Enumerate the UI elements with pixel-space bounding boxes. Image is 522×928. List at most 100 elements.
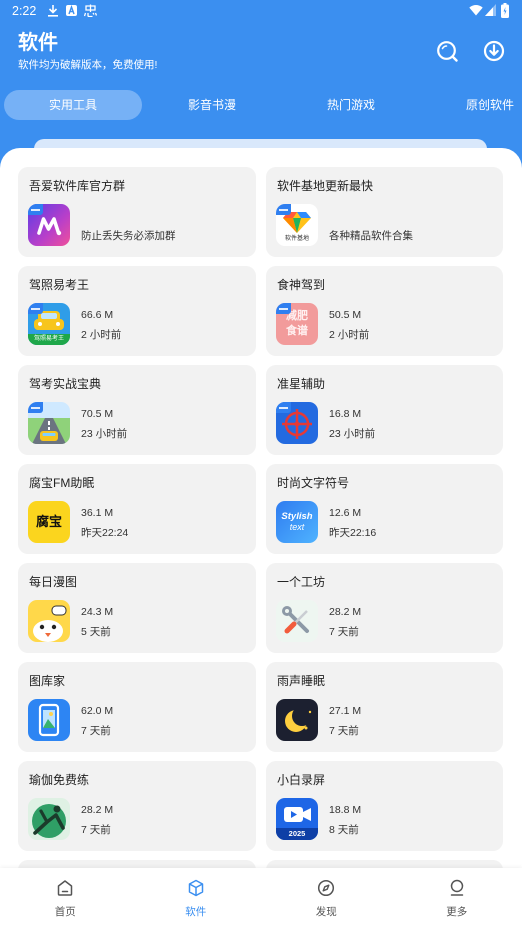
tab-original-software[interactable]: 原创软件 bbox=[421, 90, 522, 120]
app-card[interactable]: 一个工坊 28.2 M 7 天前 bbox=[266, 563, 503, 653]
badge-tag bbox=[28, 402, 43, 413]
nav-item-discover[interactable]: 发现 bbox=[261, 868, 392, 928]
badge-tag bbox=[28, 204, 43, 215]
app-updated: 昨天22:24 bbox=[81, 527, 129, 539]
tools-icon bbox=[276, 600, 318, 642]
app-updated: 23 小时前 bbox=[81, 428, 128, 440]
car-icon: 驾照易考王 bbox=[28, 303, 70, 345]
a-icon bbox=[66, 5, 77, 16]
app-size: 28.2 M bbox=[329, 606, 362, 618]
app-name: 准星辅助 bbox=[277, 377, 326, 391]
search-icon[interactable] bbox=[436, 40, 458, 62]
badge-tag bbox=[276, 204, 291, 215]
content-panel: 吾爱软件库官方群 防止丢失务必添加群 软件基地更新最快 软件基地 各种精品软件合… bbox=[0, 148, 522, 928]
app-size: 24.3 M bbox=[81, 606, 114, 618]
wuai-logo-icon bbox=[28, 204, 70, 246]
home-icon bbox=[58, 880, 73, 896]
app-size: 70.5 M bbox=[81, 408, 114, 420]
yoga-icon bbox=[28, 798, 70, 840]
app-updated: 2 小时前 bbox=[329, 329, 370, 341]
nav-item-more[interactable]: 更多 bbox=[392, 868, 522, 928]
app-name: 食神驾到 bbox=[277, 278, 326, 292]
app-size: 66.6 M bbox=[81, 309, 114, 321]
app-name: 软件基地更新最快 bbox=[277, 179, 374, 193]
app-name: 吾爱软件库官方群 bbox=[29, 179, 126, 193]
stylish-text-icon: Stylish text bbox=[276, 501, 318, 543]
wifi-icon bbox=[469, 5, 483, 16]
category-tabs: 实用工具 影音书漫 热门游戏 原创软件 bbox=[0, 90, 522, 120]
app-name: 瑜伽免费练 bbox=[29, 773, 90, 787]
app-card[interactable]: 雨声睡眠 27.1 M 7 天前 bbox=[266, 662, 503, 752]
page-title: 软件 bbox=[18, 32, 58, 54]
recipe-icon: 减肥 食谱 bbox=[276, 303, 318, 345]
fubao-logo-icon: 腐宝 bbox=[28, 501, 70, 543]
app-updated: 7 天前 bbox=[329, 725, 359, 737]
app-card[interactable]: 软件基地更新最快 软件基地 各种精品软件合集 bbox=[266, 167, 503, 257]
app-size: 28.2 M bbox=[81, 804, 114, 816]
gallery-phone-icon bbox=[28, 699, 70, 741]
badge-tag bbox=[276, 402, 291, 413]
app-name: 图库家 bbox=[29, 674, 66, 688]
logo-lettering: 驾照易考王 bbox=[33, 336, 64, 342]
app-updated: 5 天前 bbox=[81, 626, 111, 638]
status-bar: 2:22 bbox=[0, 0, 522, 22]
app-card[interactable]: 小白录屏 2025 18.8 M 8 天前 bbox=[266, 761, 503, 851]
user-icon bbox=[450, 879, 463, 896]
nav-label: 软件 bbox=[185, 906, 207, 918]
notification-icon bbox=[84, 4, 97, 17]
app-name: 驾照易考王 bbox=[29, 278, 90, 292]
logo-lettering: 2025 bbox=[288, 829, 306, 838]
tab-media-books[interactable]: 影音书漫 bbox=[143, 90, 281, 120]
moon-icon bbox=[276, 699, 318, 741]
compass-icon bbox=[318, 879, 335, 897]
app-updated: 昨天22:16 bbox=[329, 527, 377, 539]
cube-icon bbox=[188, 879, 203, 897]
crosshair-icon bbox=[276, 402, 318, 444]
app-card[interactable]: 吾爱软件库官方群 防止丢失务必添加群 bbox=[18, 167, 256, 257]
battery-icon bbox=[501, 3, 509, 18]
logo-lettering: 腐宝 bbox=[35, 514, 62, 529]
download-icon[interactable] bbox=[483, 40, 505, 62]
app-updated: 7 天前 bbox=[329, 626, 359, 638]
app-size: 18.8 M bbox=[329, 804, 362, 816]
app-updated: 8 天前 bbox=[329, 824, 359, 836]
app-updated: 2 小时前 bbox=[81, 329, 122, 341]
app-name: 驾考实战宝典 bbox=[29, 377, 102, 391]
video-camera-icon: 2025 bbox=[276, 798, 318, 840]
tab-hot-games[interactable]: 热门游戏 bbox=[282, 90, 420, 120]
app-card[interactable]: 时尚文字符号 Stylish text 12.6 M 昨天22:16 bbox=[266, 464, 503, 554]
app-card[interactable]: 驾考实战宝典 70.5 M 23 小时前 bbox=[18, 365, 256, 455]
app-card[interactable]: 驾照易考王 驾照易考王 66.6 M 2 小时前 bbox=[18, 266, 256, 356]
logo-lettering: text bbox=[289, 522, 305, 532]
app-card[interactable]: 瑜伽免费练 28.2 M 7 天前 bbox=[18, 761, 256, 851]
app-updated: 7 天前 bbox=[81, 725, 111, 737]
download-icon bbox=[48, 5, 58, 17]
app-card[interactable]: 图库家 62.0 M 7 天前 bbox=[18, 662, 256, 752]
nav-label: 首页 bbox=[54, 906, 76, 918]
app-updated: 23 小时前 bbox=[329, 428, 376, 440]
app-name: 时尚文字符号 bbox=[277, 476, 350, 490]
app-card[interactable]: 腐宝FM助眠 腐宝 36.1 M 昨天22:24 bbox=[18, 464, 256, 554]
app-card[interactable]: 准星辅助 16.8 M 23 小时前 bbox=[266, 365, 503, 455]
app-description: 防止丢失务必添加群 bbox=[81, 230, 176, 242]
app-card[interactable]: 每日漫图 24.3 M 5 天前 bbox=[18, 563, 256, 653]
logo-lettering: 软件基地 bbox=[284, 236, 309, 242]
app-size: 27.1 M bbox=[329, 705, 362, 717]
nav-label: 更多 bbox=[446, 906, 468, 918]
app-size: 62.0 M bbox=[81, 705, 114, 717]
app-size: 16.8 M bbox=[329, 408, 362, 420]
bottom-nav: 首页 软件 发现 更多 bbox=[0, 868, 522, 928]
app-description: 各种精品软件合集 bbox=[329, 230, 413, 242]
diamond-logo-icon: 软件基地 bbox=[276, 204, 318, 246]
app-updated: 7 天前 bbox=[81, 824, 111, 836]
app-name: 小白录屏 bbox=[277, 773, 326, 787]
nav-item-software[interactable]: 软件 bbox=[131, 868, 262, 928]
app-name: 每日漫图 bbox=[29, 575, 78, 589]
nav-label: 发现 bbox=[315, 906, 337, 918]
nav-item-home[interactable]: 首页 bbox=[0, 868, 131, 928]
app-name: 一个工坊 bbox=[277, 575, 326, 589]
badge-tag bbox=[276, 303, 291, 314]
tab-utilities[interactable]: 实用工具 bbox=[4, 90, 142, 120]
app-card[interactable]: 食神驾到 减肥 食谱 50.5 M 2 小时前 bbox=[266, 266, 503, 356]
app-name: 腐宝FM助眠 bbox=[29, 476, 95, 490]
